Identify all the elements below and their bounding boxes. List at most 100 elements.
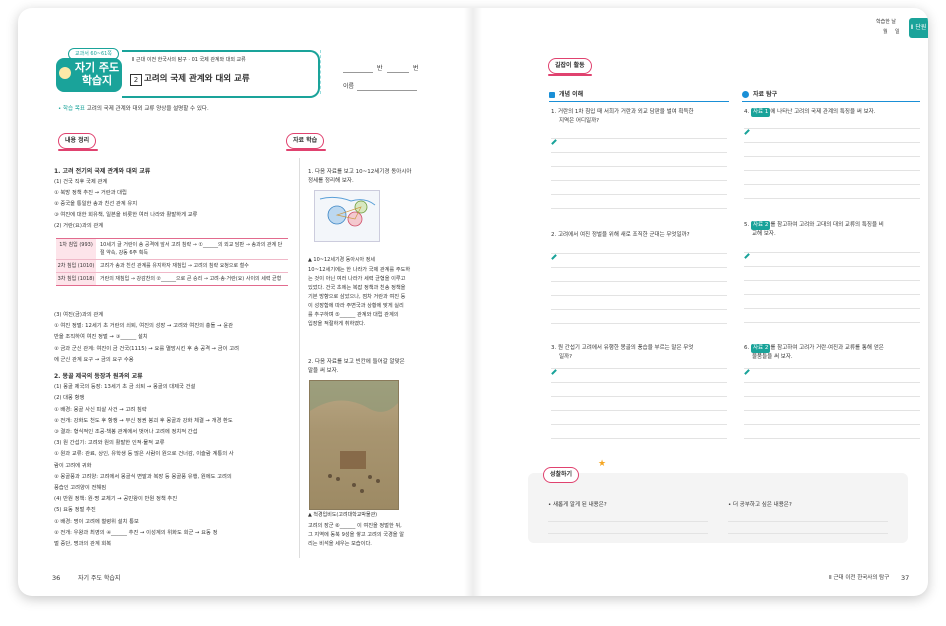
breadcrumb: Ⅱ 근대 이전 한국사의 탐구 · 01 국제 관계와 대외 교류 (132, 57, 246, 63)
topic-title: 고려의 국제 관계와 대외 교류 (144, 74, 250, 84)
answer-line[interactable] (551, 323, 727, 324)
answer-line[interactable] (551, 295, 727, 296)
checkbox-icon (549, 92, 555, 98)
paragraph-line: 는 것이 아닌 여러 나라가 세력 균형을 이루고 (308, 276, 406, 282)
concept-header: 개념 이해 (559, 91, 584, 98)
question-2: 2. 고려에서 여진 정벌을 위해 새로 조직한 군대는 무엇일까? (551, 232, 690, 238)
paragraph-line: 를 추구하며 ⑤______ 관계와 대립 관계의 (308, 312, 399, 318)
answer-line[interactable] (551, 309, 727, 310)
answer-line[interactable] (551, 281, 727, 282)
answer-line[interactable] (551, 194, 727, 195)
worksheet-title-badge: 자기 주도 학습지 (56, 58, 122, 92)
question-5: 5. 자료 2를 참고하여 고려와 고대의 대외 교류의 특징을 비 교해 보자… (744, 221, 884, 237)
summary-line: (2) 거란(요)과의 관계 (54, 223, 104, 229)
summary-line: 1. 고려 전기의 국제 관계와 대외 교류 (54, 168, 151, 175)
summary-block-2: (3) 여진(금)과의 관계 ① 여진 정벌: 12세기 초 거란의 쇠퇴, 여진… (54, 310, 290, 550)
table-row: 3차 침입 (1018) 거란의 재침입 → 강감찬의 ②______으로 큰 … (56, 273, 288, 285)
unit-tag: Ⅱ 단원 (909, 18, 928, 38)
answer-line[interactable] (744, 266, 920, 267)
answer-line[interactable] (744, 294, 920, 295)
summary-line: (4) 반원 정책: 원·명 교체기 → 공민왕이 반원 정책 추진 (54, 496, 178, 503)
summary-line: ③ 결과: 형식적인 조공·책봉 관계에서 벗어나 고려에 정치적 간섭 (54, 429, 198, 436)
study-date-label: 학습한 날 (876, 19, 896, 25)
answer-line[interactable] (551, 424, 727, 425)
reflect-left-field[interactable] (548, 521, 708, 522)
pencil-icon (551, 139, 557, 145)
answer-line[interactable] (551, 138, 727, 139)
reflect-right-prompt: • 더 공부하고 싶은 내용은? (728, 502, 792, 508)
summary-line: (5) 요동 정벌 추진 (54, 507, 96, 514)
answer-line[interactable] (744, 128, 920, 129)
name-label: 이름 (343, 83, 355, 90)
summary-line: 2. 몽골 제국의 등장과 원과의 교류 (54, 373, 143, 381)
summary-line: 풍습인 고려양이 전해짐 (54, 485, 107, 492)
summary-line: ① 배경: 명이 고려에 철령위 설치 통보 (54, 518, 139, 525)
answer-line[interactable] (744, 280, 920, 281)
answer-line[interactable] (551, 152, 727, 153)
answer-line[interactable] (551, 396, 727, 397)
reflect-left-prompt: • 새롭게 알게 된 내용은? (548, 502, 607, 508)
answer-line[interactable] (744, 322, 920, 323)
summary-line: ② 중국을 통일한 송과 친선 관계 유지 (54, 201, 138, 207)
summary-line: 반을 조직하여 여진 정벌 → ③______ 설치 (54, 334, 148, 341)
pencil-icon (744, 129, 750, 135)
answer-line[interactable] (551, 253, 727, 254)
answer-line[interactable] (551, 382, 727, 383)
answer-line[interactable] (744, 252, 920, 253)
star-icon: ★ (598, 459, 607, 469)
name-field[interactable] (357, 90, 417, 91)
pencil-icon (551, 369, 557, 375)
answer-line[interactable] (551, 368, 727, 369)
answer-line[interactable] (744, 156, 920, 157)
mascot-icon (59, 67, 71, 79)
reflect-right-field[interactable] (728, 521, 888, 522)
source-question-1: 1. 다음 자료를 보고 10~12세기경 동아시아 정세를 정리해 보자. (308, 169, 412, 184)
answer-line[interactable] (744, 142, 920, 143)
answer-line[interactable] (744, 438, 920, 439)
summary-line: 에 군신 관계 요구 → 금의 요구 수용 (54, 356, 134, 363)
answer-line[interactable] (744, 368, 920, 369)
answer-line[interactable] (551, 208, 727, 209)
answer-line[interactable] (744, 170, 920, 171)
study-date-month: 월 (883, 29, 888, 35)
paragraph-line: 고려의 장군 ⑥______ 이 여진을 정벌한 뒤, (308, 523, 402, 529)
question-3: 3. 원 간섭기 고려에서 유행한 몽골의 풍습을 부르는 말은 무엇 일까? (551, 345, 694, 360)
paragraph-line: 10~12세기에는 한 나라가 국제 관계를 주도하 (308, 267, 411, 273)
answer-line[interactable] (551, 180, 727, 181)
east-asia-map-image (314, 190, 380, 242)
source-tag-3: 자료 2 (751, 344, 771, 353)
answer-line[interactable] (744, 410, 920, 411)
paragraph-line: 있었다. 건국 초에는 복잡 정책과 친송 정책을 (308, 285, 406, 291)
painting-caption: ▲ 척경입비도(고려대학교박물관) (308, 512, 378, 518)
answer-line[interactable] (551, 438, 727, 439)
answer-line[interactable] (551, 410, 727, 411)
answer-line[interactable] (551, 166, 727, 167)
source-paragraph-1: 10~12세기에는 한 나라가 국제 관계를 주도하는 것이 아닌 여러 나라가… (308, 266, 410, 329)
paragraph-line: 그 지역에 동북 9성을 쌓고 고려의 국경을 알 (308, 532, 404, 538)
right-page: 학습한 날 월 일 Ⅱ 단원 길잡이 활동 개념 이해 자료 탐구 1. 거란의… (473, 8, 928, 596)
reflection-box: • 새롭게 알게 된 내용은? • 더 공부하고 싶은 내용은? (528, 473, 908, 543)
pencil-circle-icon (742, 91, 749, 98)
number-label: 번 (413, 65, 419, 72)
answer-line[interactable] (744, 184, 920, 185)
source-question-2: 2. 다음 자료를 보고 빈칸에 들어갈 알맞은 말을 써 보자. (308, 359, 405, 374)
summary-line: ② 전개: 강화도 천도 후 항쟁 → 무신 정권 붕괴 후 몽골과 강화 체결… (54, 417, 233, 424)
answer-line[interactable] (744, 424, 920, 425)
left-page: 교과서 60~61쪽 자기 주도 학습지 Ⅱ 근대 이전 한국사의 탐구 · 0… (18, 8, 473, 596)
paragraph-line: 이 성장함에 따라 주변국과 상황에 맞게 실리 (308, 303, 404, 309)
summary-line: ① 원과 교류: 관료, 상인, 유학생 등 많은 사람이 원으로 건너감, 이… (54, 451, 234, 458)
answer-line[interactable] (744, 396, 920, 397)
summary-line: ② 몽골풍과 고려양: 고려에서 몽골식 변발과 복장 등 몽골풍 유행, 원에… (54, 473, 232, 480)
khitan-table: 1차 침입 (993) 10세기 글 거란이 송 공격에 앞서 고려 침략 → … (56, 238, 288, 286)
table-row: 2차 침입 (1010) 고려가 송과 친선 관계를 유지하자 재침입 → 고려… (56, 260, 288, 273)
summary-line: (1) 건국 직후 국제 관계 (54, 179, 108, 185)
answer-line[interactable] (744, 308, 920, 309)
answer-line[interactable] (744, 198, 920, 199)
worksheet-title: 자기 주도 학습지 (74, 61, 120, 87)
table-row: 1차 침입 (993) 10세기 글 거란이 송 공격에 앞서 고려 침략 → … (56, 239, 288, 260)
source-tag-1: 자료 1 (751, 108, 771, 117)
answer-line[interactable] (551, 267, 727, 268)
answer-line[interactable] (744, 382, 920, 383)
topic-box: Ⅱ 근대 이전 한국사의 탐구 · 01 국제 관계와 대외 교류 2 고려의 … (122, 50, 320, 98)
question-6: 6. 자료 2를 참고하여 고려가 거란·여진과 교류를 통해 얻은 물품들을 … (744, 344, 884, 360)
